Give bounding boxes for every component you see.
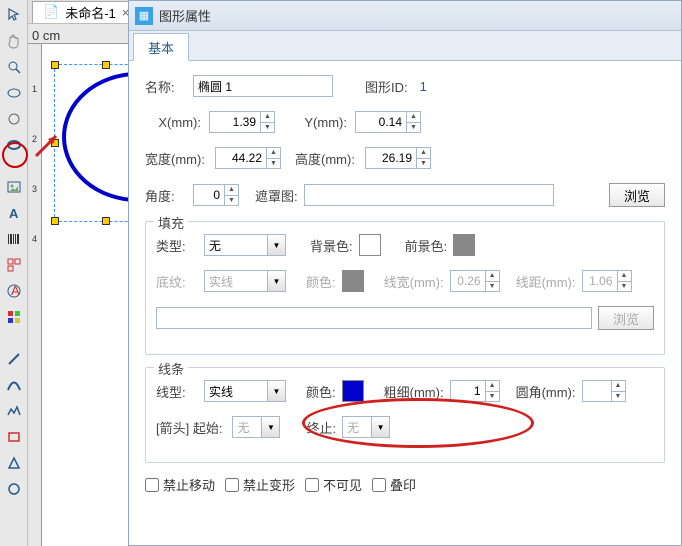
triangle-tool-icon[interactable] xyxy=(3,452,25,474)
line-group-title: 线条 xyxy=(154,359,188,378)
lineweight-spinner[interactable]: ▲▼ xyxy=(450,380,500,402)
angle-spinner[interactable]: ▲▼ xyxy=(193,184,239,206)
corner-label: 圆角(mm): xyxy=(516,382,576,401)
selected-shape[interactable] xyxy=(58,68,128,218)
annotation-arrow-icon xyxy=(32,130,62,163)
properties-panel: ▦ 图形属性 基本 名称: 图形ID: 1 X(mm): ▲▼ Y(mm): ▲… xyxy=(128,0,682,546)
name-input[interactable] xyxy=(193,75,333,97)
linesp-label: 线距(mm): xyxy=(516,272,576,291)
bgcolor-swatch[interactable] xyxy=(359,234,381,256)
corner-spinner[interactable]: ▲▼ xyxy=(582,380,626,402)
barcode-tool-icon[interactable] xyxy=(3,228,25,250)
mask-input[interactable] xyxy=(304,184,554,206)
panel-icon: ▦ xyxy=(135,7,153,25)
polyline-tool-icon[interactable] xyxy=(3,400,25,422)
hand-tool-icon[interactable] xyxy=(3,30,25,52)
left-toolbar: A A xyxy=(0,0,28,546)
handle-bottom-center[interactable] xyxy=(102,217,110,225)
line-tool-icon[interactable] xyxy=(3,348,25,370)
linew-label: 线宽(mm): xyxy=(384,272,444,291)
fill-color-label: 颜色: xyxy=(306,272,336,291)
pattern-label: 底纹: xyxy=(156,272,198,291)
tab-icon: 📄 xyxy=(43,4,59,20)
panel-title-text: 图形属性 xyxy=(159,6,211,25)
annotation-circle xyxy=(2,142,28,168)
document-tab[interactable]: 📄 未命名-1 × xyxy=(32,1,140,23)
y-label: Y(mm): xyxy=(291,115,349,130)
name-label: 名称: xyxy=(145,77,187,96)
height-spinner[interactable]: ▲▼ xyxy=(365,147,431,169)
invisible-checkbox[interactable]: 不可见 xyxy=(305,475,362,494)
tab-title: 未命名-1 xyxy=(65,3,116,22)
svg-text:A: A xyxy=(11,283,20,298)
panel-titlebar[interactable]: ▦ 图形属性 xyxy=(129,1,681,31)
linew-spinner[interactable]: ▲▼ xyxy=(450,270,500,292)
linecolor-label: 颜色: xyxy=(306,382,336,401)
text-tool-icon[interactable]: A xyxy=(3,202,25,224)
fill-browse-button: 浏览 xyxy=(598,306,654,330)
pattern-select[interactable]: ▼ xyxy=(204,270,286,292)
width-label: 宽度(mm): xyxy=(145,149,209,168)
curve-tool-icon[interactable] xyxy=(3,374,25,396)
arrow-end-label: 终止: xyxy=(306,418,336,437)
letter-a-icon[interactable]: A xyxy=(3,280,25,302)
angle-label: 角度: xyxy=(145,186,187,205)
shapeid-value: 1 xyxy=(420,79,427,94)
canvas[interactable] xyxy=(42,44,128,546)
arrow-start-label: [箭头] 起始: xyxy=(156,418,222,437)
width-spinner[interactable]: ▲▼ xyxy=(215,147,281,169)
circle2-tool-icon[interactable] xyxy=(3,478,25,500)
selection-box xyxy=(54,64,128,222)
handle-bottom-left[interactable] xyxy=(51,217,59,225)
fill-path-input[interactable] xyxy=(156,307,592,329)
canvas-area: 0 cm 1 2 3 4 xyxy=(28,24,128,546)
x-label: X(mm): xyxy=(145,115,203,130)
panel-body: 名称: 图形ID: 1 X(mm): ▲▼ Y(mm): ▲▼ 宽度(mm): … xyxy=(129,61,681,545)
ruler-vertical: 1 2 3 4 xyxy=(28,44,42,546)
fgcolor-swatch[interactable] xyxy=(453,234,475,256)
fill-type-select[interactable]: ▼ xyxy=(204,234,286,256)
lockdeform-checkbox[interactable]: 禁止变形 xyxy=(225,475,295,494)
linesp-spinner[interactable]: ▲▼ xyxy=(582,270,632,292)
zoom-tool-icon[interactable] xyxy=(3,56,25,78)
svg-text:A: A xyxy=(9,206,19,221)
x-spinner[interactable]: ▲▼ xyxy=(209,111,275,133)
tab-basic[interactable]: 基本 xyxy=(133,33,189,61)
fill-group-title: 填充 xyxy=(154,213,188,232)
arrow-start-select[interactable]: ▼ xyxy=(232,416,280,438)
bgcolor-label: 背景色: xyxy=(310,236,353,255)
mask-browse-button[interactable]: 浏览 xyxy=(609,183,665,207)
fgcolor-label: 前景色: xyxy=(405,236,448,255)
panel-tabs: 基本 xyxy=(129,31,681,61)
rect-tool-icon[interactable] xyxy=(3,426,25,448)
y-spinner[interactable]: ▲▼ xyxy=(355,111,421,133)
arrow-end-select[interactable]: ▼ xyxy=(342,416,390,438)
linetype-label: 线型: xyxy=(156,382,198,401)
handle-top-left[interactable] xyxy=(51,61,59,69)
mask-label: 遮罩图: xyxy=(255,186,298,205)
fill-type-label: 类型: xyxy=(156,236,198,255)
shapeid-label: 图形ID: xyxy=(365,77,408,96)
fill-color-swatch[interactable] xyxy=(342,270,364,292)
document-tab-bar: 📄 未命名-1 × xyxy=(28,0,140,24)
circle-tool-icon[interactable] xyxy=(3,108,25,130)
pointer-tool-icon[interactable] xyxy=(3,4,25,26)
handle-top-center[interactable] xyxy=(102,61,110,69)
overprint-checkbox[interactable]: 叠印 xyxy=(372,475,416,494)
ruler-horizontal: 0 cm xyxy=(28,24,128,44)
fill-group: 填充 类型: ▼ 背景色: 前景色: 底纹: ▼ 颜色: 线宽(mm): ▲▼ … xyxy=(145,221,665,355)
qr-tool-icon[interactable] xyxy=(3,254,25,276)
image-tool-icon[interactable] xyxy=(3,176,25,198)
checkbox-row: 禁止移动 禁止变形 不可见 叠印 xyxy=(145,475,665,494)
linecolor-swatch[interactable] xyxy=(342,380,364,402)
palette-tool-icon[interactable] xyxy=(3,306,25,328)
lineweight-label: 粗细(mm): xyxy=(384,382,444,401)
height-label: 高度(mm): xyxy=(295,149,359,168)
oval-tool-icon[interactable] xyxy=(3,82,25,104)
linetype-select[interactable]: ▼ xyxy=(204,380,286,402)
line-group: 线条 线型: ▼ 颜色: 粗细(mm): ▲▼ 圆角(mm): ▲▼ [箭头] … xyxy=(145,367,665,463)
lockmove-checkbox[interactable]: 禁止移动 xyxy=(145,475,215,494)
